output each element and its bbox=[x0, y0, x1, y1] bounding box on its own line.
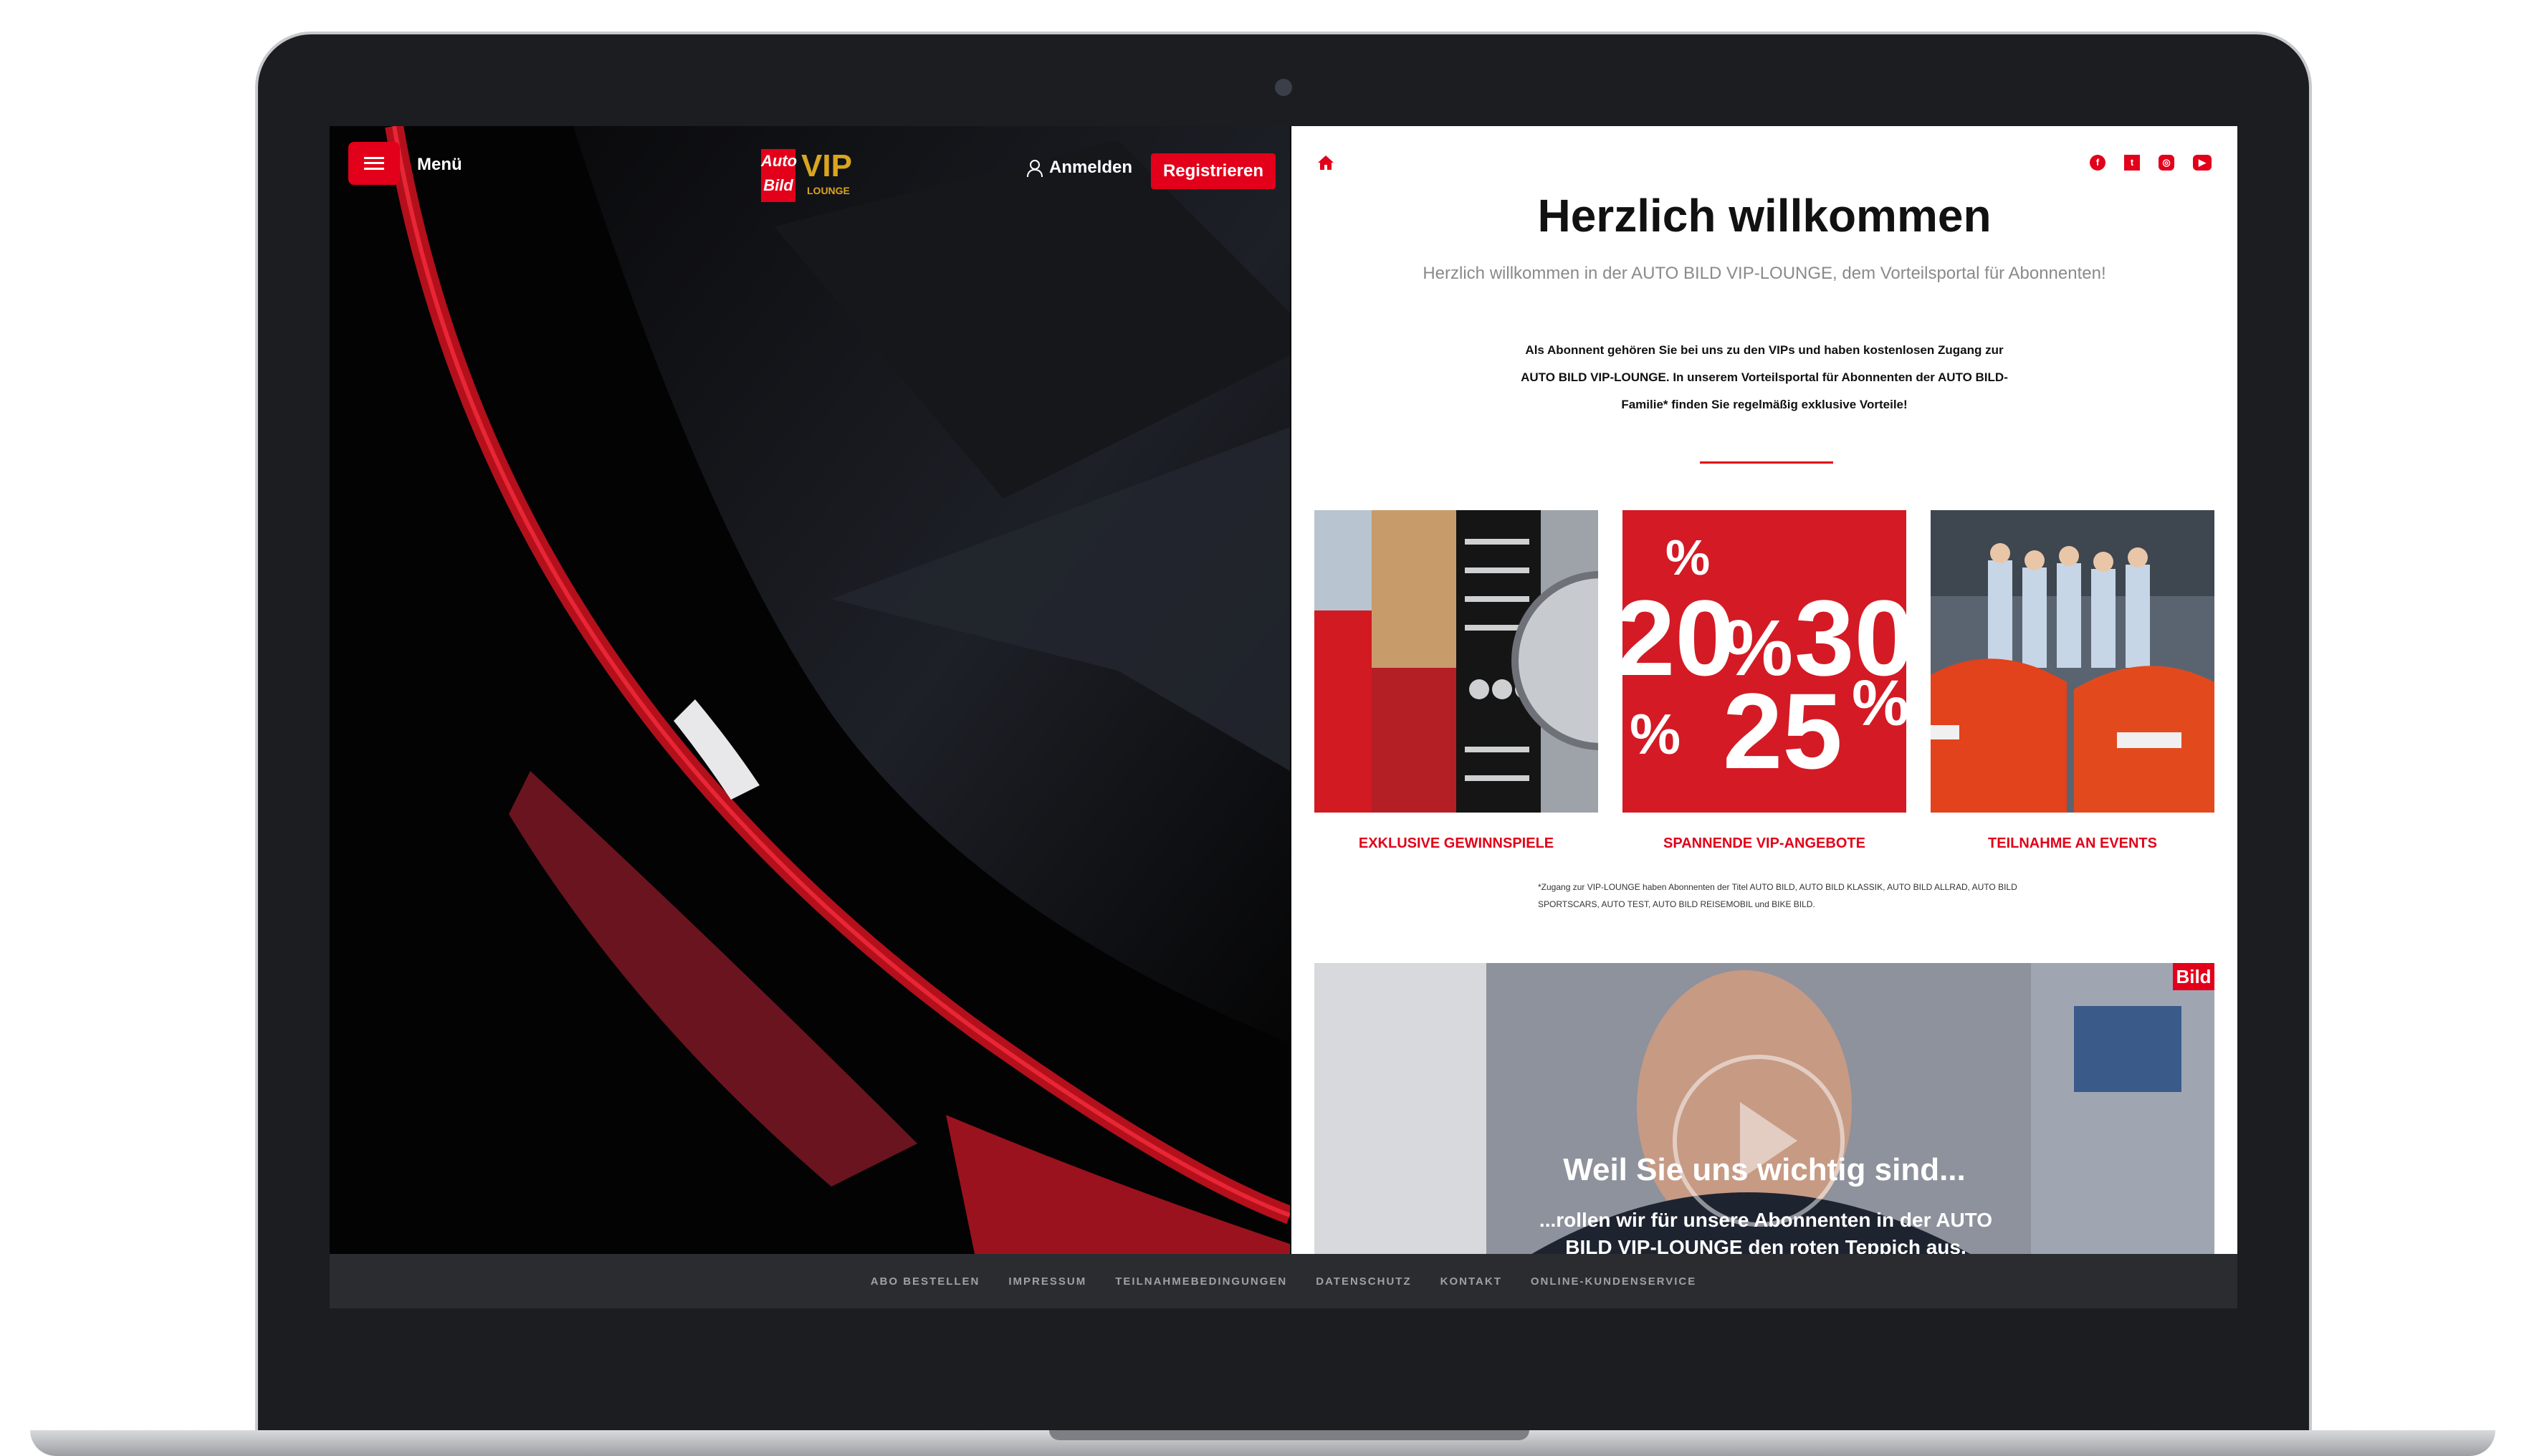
instagram-icon[interactable]: ◎ bbox=[2159, 155, 2174, 171]
user-icon bbox=[1026, 160, 1043, 177]
footer-link-teilnahmebedingungen[interactable]: TEILNAHMEBEDINGUNGEN bbox=[1115, 1275, 1287, 1288]
page-subtitle: Herzlich willkommen in der AUTO BILD VIP… bbox=[1423, 264, 2106, 283]
svg-text:%: % bbox=[1852, 668, 1906, 739]
vip-logo-text: VIP bbox=[801, 148, 852, 183]
video-player[interactable]: Bild Weil Sie uns wichtig sind... ...rol… bbox=[1314, 963, 2214, 1254]
svg-text:20: 20 bbox=[1622, 578, 1735, 698]
webcam-icon bbox=[1275, 79, 1292, 96]
svg-text:%: % bbox=[1630, 702, 1681, 766]
login-link[interactable]: Anmelden bbox=[1026, 158, 1132, 178]
facebook-icon[interactable]: f bbox=[2090, 155, 2105, 171]
page-title: Herzlich willkommen bbox=[1537, 190, 1992, 241]
footer-link-datenschutz[interactable]: DATENSCHUTZ bbox=[1316, 1275, 1411, 1288]
svg-text:25: 25 bbox=[1723, 671, 1842, 791]
red-divider bbox=[1700, 461, 1833, 464]
welcome-panel: f t ◎ ▶ Herzlich willkommen Herzlich wil… bbox=[1291, 126, 2237, 1254]
auto-bild-logo-mark: Auto Bild bbox=[761, 149, 797, 202]
hero-image-panel: Menü Auto Bild VIP LOUNGE Anmelden Regis… bbox=[330, 126, 1290, 1254]
tile-label-gewinnspiele[interactable]: EXKLUSIVE GEWINNSPIELE bbox=[1314, 835, 1598, 852]
footer-nav: ABO BESTELLEN IMPRESSUM TEILNAHMEBEDINGU… bbox=[330, 1254, 2237, 1308]
auto-bild-vip-logo[interactable]: Auto Bild VIP LOUNGE bbox=[761, 149, 854, 202]
lounge-logo-text: LOUNGE bbox=[807, 185, 850, 196]
home-icon[interactable] bbox=[1317, 155, 1334, 171]
login-label: Anmelden bbox=[1049, 158, 1133, 177]
laptop-notch bbox=[1049, 1430, 1529, 1440]
car-taillight-image bbox=[330, 126, 1290, 1254]
register-button[interactable]: Registrieren bbox=[1151, 153, 1276, 189]
tile-label-events[interactable]: TEILNAHME AN EVENTS bbox=[1931, 835, 2214, 852]
youtube-icon[interactable]: ▶ bbox=[2193, 155, 2212, 171]
footer-link-online-kundenservice[interactable]: ONLINE-KUNDENSERVICE bbox=[1531, 1275, 1696, 1288]
footnote: *Zugang zur VIP-LOUNGE haben Abonnenten … bbox=[1538, 882, 2017, 909]
video-subtitle: ...rollen wir für unsere Abonnenten in d… bbox=[1539, 1209, 1993, 1254]
discount-percentages-image: % 20 % 30 % 25 % bbox=[1622, 510, 1906, 813]
tile-label-vip-angebote[interactable]: SPANNENDE VIP-ANGEBOTE bbox=[1622, 835, 1906, 852]
bild-badge: Bild bbox=[2173, 963, 2214, 990]
footer-link-kontakt[interactable]: KONTAKT bbox=[1440, 1275, 1502, 1288]
prizes-collage-image bbox=[1314, 510, 1598, 813]
footer-link-impressum[interactable]: IMPRESSUM bbox=[1008, 1275, 1086, 1288]
footer-link-abo-bestellen[interactable]: ABO BESTELLEN bbox=[871, 1275, 980, 1288]
menu-label[interactable]: Menü bbox=[417, 155, 462, 175]
social-links: f t ◎ ▶ bbox=[2090, 155, 2212, 171]
intro-text: Als Abonnent gehören Sie bei uns zu den … bbox=[1521, 343, 2008, 411]
browser-viewport: Menü Auto Bild VIP LOUNGE Anmelden Regis… bbox=[330, 126, 2237, 1308]
video-title: Weil Sie uns wichtig sind... bbox=[1563, 1152, 1966, 1187]
twitter-icon[interactable]: t bbox=[2124, 155, 2140, 171]
menu-button[interactable] bbox=[348, 142, 400, 185]
tile-events-image[interactable] bbox=[1931, 510, 2214, 813]
event-cars-photo bbox=[1931, 510, 2214, 813]
hamburger-icon bbox=[364, 157, 384, 170]
play-icon[interactable] bbox=[1673, 1055, 1845, 1227]
tile-vip-angebote-image[interactable]: % 20 % 30 % 25 % bbox=[1622, 510, 1906, 813]
tile-gewinnspiele-image[interactable] bbox=[1314, 510, 1598, 813]
